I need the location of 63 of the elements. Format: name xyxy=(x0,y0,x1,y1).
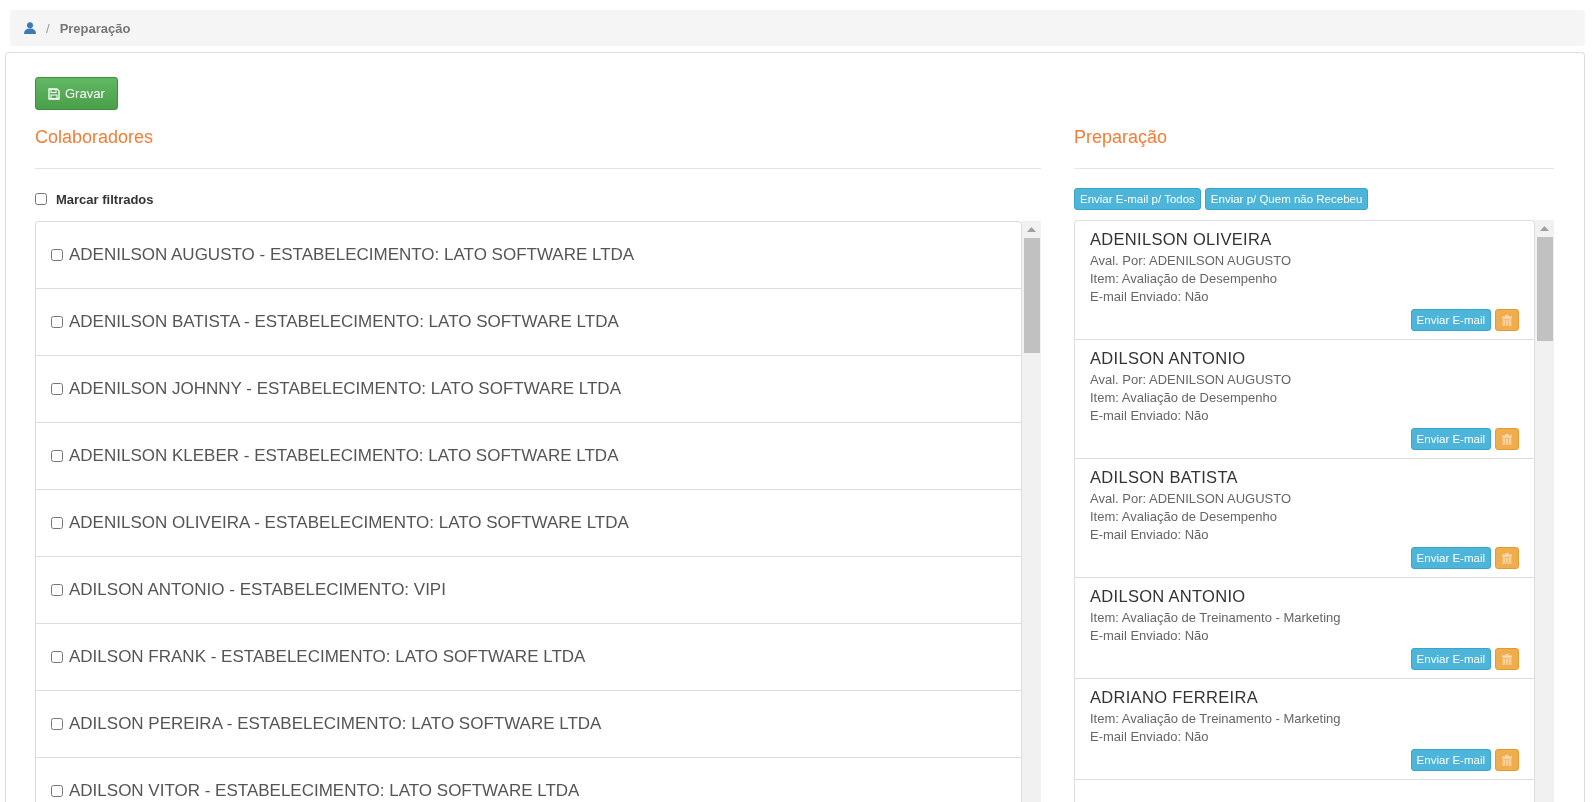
collaborator-name: ADILSON VITOR - ESTABELECIMENTO: LATO SOFTWARE LTDA xyxy=(69,781,580,801)
list-item[interactable]: ADENILSON JOHNNY - ESTABELECIMENTO: LATO SOFTWARE LTDA xyxy=(36,356,1021,423)
scroll-up-arrow-icon xyxy=(1027,227,1036,232)
section-title: Preparação xyxy=(1074,127,1169,149)
list-item[interactable]: ADENILSON AUGUSTO - ESTABELECIMENTO: LATO SOFTWARE LTDA xyxy=(36,222,1021,289)
scrollbar-thumb[interactable] xyxy=(1536,237,1553,341)
checkbox[interactable] xyxy=(51,383,63,395)
checkbox-label: Marcar filtrados xyxy=(56,191,154,207)
collaborator-name: ADENILSON OLIVEIRA - ESTABELECIMENTO: LATO SOFTWARE LTDA xyxy=(69,513,629,533)
collaborator-name: ADENILSON JOHNNY - ESTABELECIMENTO: LATO SOFTWARE LTDA xyxy=(69,379,621,399)
user-icon xyxy=(24,22,36,34)
trash-icon xyxy=(1502,552,1512,564)
scrollbar-thumb[interactable] xyxy=(1023,238,1040,353)
collaborator-name: ADENILSON AUGUSTO - ESTABELECIMENTO: LATO SOFTWARE LTDA xyxy=(69,245,635,265)
detail-text: Item: Avaliação de Treinamento - Marketing xyxy=(1090,609,1342,627)
detail-text: Item: Avaliação de Desempenho xyxy=(1090,270,1278,288)
checkbox[interactable] xyxy=(51,651,63,663)
list-item[interactable]: ADILSON FRANK - ESTABELECIMENTO: LATO SOFTWARE LTDA xyxy=(36,624,1021,691)
checkbox[interactable] xyxy=(51,785,63,797)
detail-text: Aval. Por: ADENILSON AUGUSTO xyxy=(1090,252,1293,270)
trash-icon xyxy=(1502,314,1512,326)
detail-text: E-mail Enviado: Não xyxy=(1090,526,1210,544)
scrollbar[interactable] xyxy=(1022,221,1041,802)
checkbox[interactable] xyxy=(51,517,63,529)
list-item[interactable]: ADENILSON BATISTA - ESTABELECIMENTO: LATO SOFTWARE LTDA xyxy=(36,289,1021,356)
scrollbar[interactable] xyxy=(1535,220,1554,802)
trash-icon xyxy=(1502,754,1512,766)
person-name: ADILSON ANTONIO xyxy=(1090,349,1247,368)
checkbox[interactable] xyxy=(51,450,63,462)
collaborator-name: ADENILSON KLEBER - ESTABELECIMENTO: LATO SOFTWARE LTDA xyxy=(69,446,619,466)
section-title: Colaboradores xyxy=(35,127,155,149)
list-item[interactable]: ADENILSON OLIVEIRA - ESTABELECIMENTO: LATO SOFTWARE LTDA xyxy=(36,490,1021,557)
trash-icon xyxy=(1502,433,1512,445)
checkbox[interactable] xyxy=(51,584,63,596)
list-item[interactable]: ADENILSON KLEBER - ESTABELECIMENTO: LATO SOFTWARE LTDA xyxy=(36,423,1021,490)
breadcrumb-separator: / xyxy=(46,20,50,36)
person-name: ADILSON ANTONIO xyxy=(1090,587,1247,606)
detail-text: E-mail Enviado: Não xyxy=(1090,288,1210,306)
breadcrumb-current: Preparação xyxy=(59,20,131,36)
detail-text: Aval. Por: ADENILSON AUGUSTO xyxy=(1090,371,1293,389)
collaborator-name: ADILSON FRANK - ESTABELECIMENTO: LATO SOFTWARE LTDA xyxy=(69,647,586,667)
list-item[interactable]: ADILSON VITOR - ESTABELECIMENTO: LATO SOFTWARE LTDA xyxy=(36,758,1021,802)
detail-text: Item: Avaliação de Desempenho xyxy=(1090,389,1278,407)
person-name: ADILSON BATISTA xyxy=(1090,468,1239,487)
checkbox[interactable] xyxy=(51,249,63,261)
detail-text: E-mail Enviado: Não xyxy=(1090,627,1210,645)
collaborator-name: ADILSON ANTONIO - ESTABELECIMENTO: VIPI xyxy=(69,580,446,600)
checkbox[interactable] xyxy=(35,193,47,205)
detail-text: Item: Avaliação de Treinamento - Marketing xyxy=(1090,710,1342,728)
scroll-up-arrow-icon xyxy=(1540,226,1549,231)
person-name: ADENILSON OLIVEIRA xyxy=(1090,230,1273,249)
checkbox[interactable] xyxy=(51,718,63,730)
checkbox[interactable] xyxy=(51,316,63,328)
list-item[interactable]: ADILSON PEREIRA - ESTABELECIMENTO: LATO SOFTWARE LTDA xyxy=(36,691,1021,758)
trash-icon xyxy=(1502,653,1512,665)
detail-text: Item: Avaliação de Desempenho xyxy=(1090,508,1278,526)
list-item[interactable]: ADILSON ANTONIO - ESTABELECIMENTO: VIPI xyxy=(36,557,1021,624)
person-name: ADRIANO FERREIRA xyxy=(1090,688,1259,707)
collaborator-name: ADILSON PEREIRA - ESTABELECIMENTO: LATO SOFTWARE LTDA xyxy=(69,714,602,734)
detail-text: E-mail Enviado: Não xyxy=(1090,728,1210,746)
detail-text: E-mail Enviado: Não xyxy=(1090,407,1210,425)
collaborator-name: ADENILSON BATISTA - ESTABELECIMENTO: LATO SOFTWARE LTDA xyxy=(69,312,619,332)
detail-text: Aval. Por: ADENILSON AUGUSTO xyxy=(1090,490,1293,508)
